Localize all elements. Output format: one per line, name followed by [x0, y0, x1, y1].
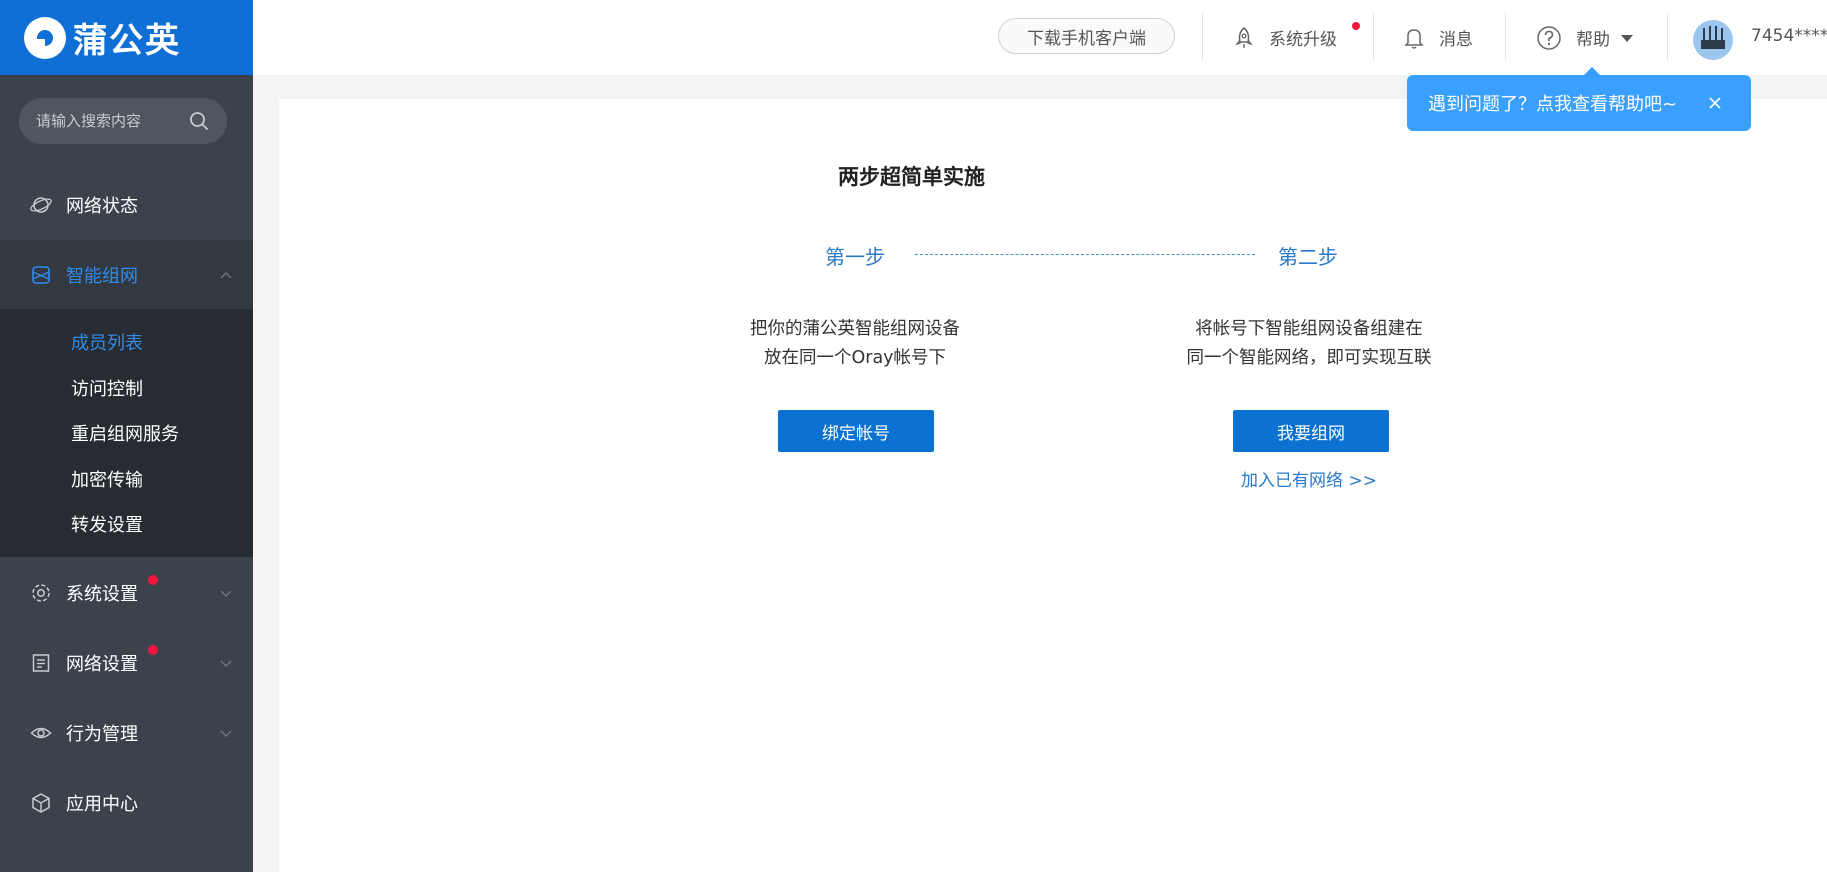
bell-icon	[1404, 28, 1424, 49]
sidebar-item-label: 应用中心	[66, 794, 138, 815]
cube-icon	[32, 793, 50, 813]
submenu-item-encrypted-transfer[interactable]: 加密传输	[71, 466, 143, 492]
notification-dot	[1352, 22, 1360, 30]
rocket-icon	[1235, 26, 1253, 48]
step-one-desc-line: 把你的蒲公英智能组网设备	[750, 319, 960, 339]
eye-icon	[30, 727, 52, 739]
divider	[1373, 13, 1374, 60]
help-label: 帮助	[1576, 30, 1610, 50]
step-connector-line	[915, 254, 1255, 255]
document-icon	[32, 654, 50, 672]
close-icon[interactable]	[1707, 95, 1723, 111]
network-icon	[32, 266, 50, 284]
system-upgrade-button[interactable]: 系统升级	[1233, 0, 1337, 75]
step-one-desc-line: 放在同一个Oray帐号下	[763, 348, 947, 368]
search-icon[interactable]	[189, 111, 209, 131]
step-one-description: 把你的蒲公英智能组网设备 放在同一个Oray帐号下	[705, 315, 1005, 373]
help-tooltip[interactable]: 遇到问题了？点我查看帮助吧~	[1407, 67, 1751, 131]
sidebar-search	[19, 98, 227, 144]
main-content-card: 两步超简单实施 第一步 第二步 把你的蒲公英智能组网设备 放在同一个Oray帐号…	[279, 99, 1827, 872]
planet-icon	[30, 197, 52, 213]
join-existing-network-link[interactable]: 加入已有网络 >>	[1159, 466, 1459, 491]
submenu-item-forwarding[interactable]: 转发设置	[71, 511, 143, 537]
messages-label: 消息	[1439, 30, 1473, 50]
divider	[1667, 13, 1668, 60]
step-two-desc-line: 同一个智能网络，即可实现互联	[1186, 348, 1432, 368]
sidebar-item-app-center[interactable]: 应用中心	[0, 768, 253, 838]
system-upgrade-label: 系统升级	[1269, 30, 1337, 50]
brand-name: 蒲公英	[73, 21, 181, 61]
sidebar-item-network-status[interactable]: 网络状态	[0, 170, 253, 240]
notification-dot	[148, 575, 158, 585]
submenu-item-restart-service[interactable]: 重启组网服务	[71, 420, 179, 446]
submenu-smart-network: 成员列表 访问控制 重启组网服务 加密传输 转发设置	[0, 309, 253, 557]
create-network-button[interactable]: 我要组网	[1233, 410, 1389, 452]
submenu-item-access-control[interactable]: 访问控制	[71, 375, 143, 401]
sidebar-item-system-settings[interactable]: 系统设置	[0, 558, 253, 628]
help-icon	[1537, 25, 1561, 50]
step-two-label: 第二步	[1278, 245, 1338, 269]
sidebar-item-smart-network[interactable]: 智能组网	[0, 240, 253, 310]
brand-logo-icon	[24, 16, 66, 59]
account-name[interactable]: 7454****4	[1751, 26, 1827, 46]
sidebar-item-label: 网络状态	[66, 196, 138, 217]
chevron-down-icon	[220, 660, 232, 668]
messages-button[interactable]: 消息	[1403, 0, 1473, 75]
router-icon	[1701, 26, 1725, 49]
notification-dot	[148, 645, 158, 655]
sidebar-item-label: 智能组网	[66, 266, 138, 287]
sidebar: 蒲公英 网络状态 智能组网 成员列表 访问控制 重启组网服务 加密传输 转发设置	[0, 0, 253, 872]
download-app-button[interactable]: 下载手机客户端	[998, 18, 1175, 54]
divider	[1505, 13, 1506, 60]
sidebar-item-label: 网络设置	[66, 654, 138, 675]
gear-icon	[32, 584, 50, 602]
sidebar-item-network-settings[interactable]: 网络设置	[0, 628, 253, 698]
bind-account-button[interactable]: 绑定帐号	[778, 410, 934, 452]
caret-down-icon	[1621, 34, 1633, 42]
sidebar-item-behavior-management[interactable]: 行为管理	[0, 698, 253, 768]
top-bar: 下载手机客户端 系统升级 消息 帮助 7454***	[253, 0, 1827, 75]
divider	[1202, 13, 1203, 60]
sidebar-item-label: 行为管理	[66, 724, 138, 745]
help-menu-button[interactable]: 帮助	[1536, 0, 1634, 75]
avatar[interactable]	[1693, 20, 1733, 60]
page-title: 两步超简单实施	[838, 165, 985, 189]
logo-bar[interactable]: 蒲公英	[0, 0, 253, 75]
chevron-down-icon	[220, 590, 232, 598]
chevron-up-icon	[220, 271, 232, 279]
help-tooltip-text: 遇到问题了？点我查看帮助吧~	[1428, 94, 1678, 115]
chevron-down-icon	[220, 730, 232, 738]
step-two-description: 将帐号下智能组网设备组建在 同一个智能网络，即可实现互联	[1159, 315, 1459, 373]
sidebar-item-label: 系统设置	[66, 584, 138, 605]
search-input[interactable]	[36, 112, 186, 130]
step-one-label: 第一步	[825, 245, 885, 269]
submenu-item-members[interactable]: 成员列表	[71, 329, 143, 355]
step-two-desc-line: 将帐号下智能组网设备组建在	[1195, 319, 1423, 339]
